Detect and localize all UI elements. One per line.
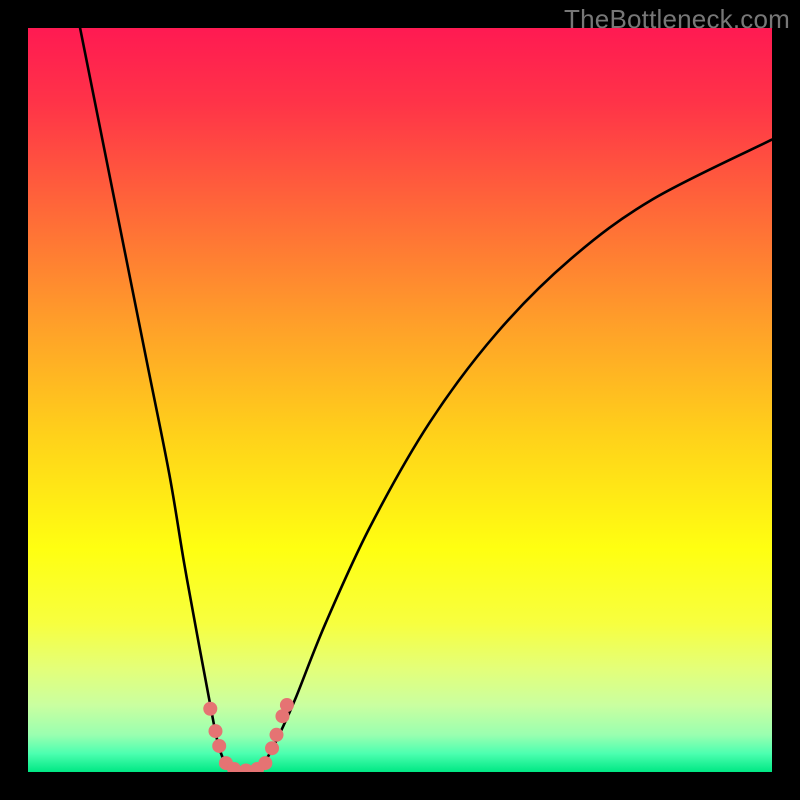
watermark-text: TheBottleneck.com [564, 4, 790, 35]
plot-area [28, 28, 772, 772]
data-marker [203, 702, 217, 716]
data-marker [212, 739, 226, 753]
markers-layer [28, 28, 772, 772]
data-marker [280, 698, 294, 712]
data-marker [258, 756, 272, 770]
data-marker [208, 724, 222, 738]
data-marker [270, 728, 284, 742]
chart-frame: TheBottleneck.com [0, 0, 800, 800]
data-marker [265, 741, 279, 755]
